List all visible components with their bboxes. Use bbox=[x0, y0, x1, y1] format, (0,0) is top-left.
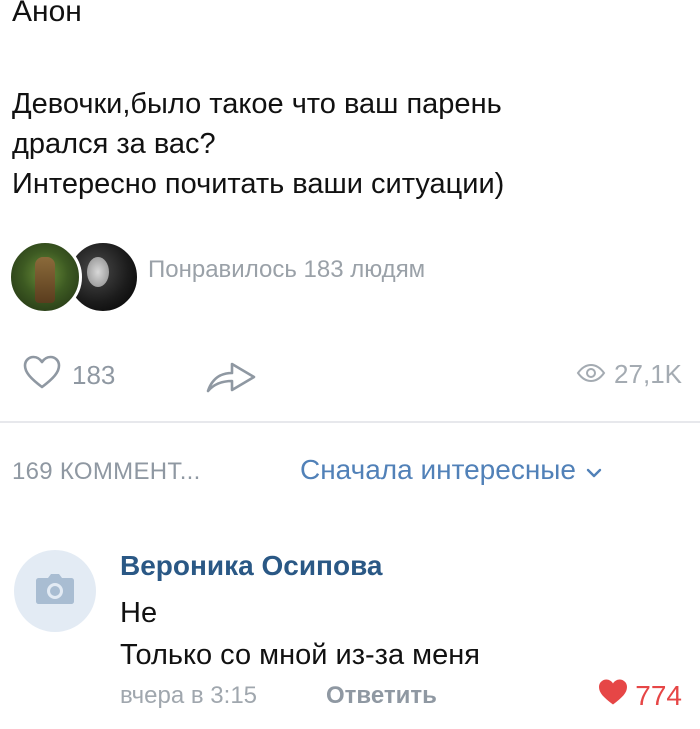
camera-icon bbox=[35, 573, 75, 610]
comments-count: 169 КОММЕНТ... bbox=[12, 458, 201, 485]
comment-like-count: 774 bbox=[635, 679, 682, 711]
comment-item: Вероника Осипова Не Только со мной из-за… bbox=[0, 540, 700, 729]
views-count: 27,1K bbox=[614, 359, 682, 389]
post-text-line: Девочки,было такое что ваш парень bbox=[12, 88, 502, 120]
sort-label: Сначала интересные bbox=[300, 454, 576, 485]
like-button[interactable]: 183 bbox=[22, 355, 115, 395]
comment-text: Не Только со мной из-за меня bbox=[120, 592, 480, 676]
chevron-down-icon bbox=[586, 454, 602, 486]
post-text-line: дрался за вас? bbox=[12, 128, 216, 160]
comments-sort-select[interactable]: Сначала интересные bbox=[300, 454, 602, 486]
share-arrow-icon bbox=[202, 362, 260, 401]
share-button[interactable] bbox=[202, 357, 260, 397]
like-count: 183 bbox=[72, 359, 116, 390]
eye-icon bbox=[576, 359, 606, 390]
comment-author[interactable]: Вероника Осипова bbox=[120, 550, 383, 582]
comment-text-line: Не bbox=[120, 597, 158, 629]
post-actions-bar: 183 27,1K bbox=[0, 345, 700, 405]
heart-filled-icon bbox=[597, 678, 629, 713]
comment-like-button[interactable]: 774 bbox=[597, 678, 682, 713]
liked-by-text[interactable]: Понравилось 183 людям bbox=[148, 256, 425, 284]
post-author[interactable]: Анон bbox=[12, 0, 82, 30]
views-counter: 27,1K bbox=[576, 359, 682, 390]
commenter-avatar[interactable] bbox=[14, 550, 96, 632]
heart-outline-icon bbox=[22, 354, 62, 397]
divider bbox=[0, 421, 700, 423]
reply-button[interactable]: Ответить bbox=[326, 682, 437, 710]
comment-timestamp: вчера в 3:15 bbox=[120, 682, 258, 709]
liker-avatar[interactable] bbox=[8, 240, 82, 314]
post-text-line: Интересно почитать ваши ситуации) bbox=[12, 168, 505, 200]
comment-text-line: Только со мной из-за меня bbox=[120, 639, 480, 671]
liker-avatars[interactable] bbox=[8, 238, 140, 314]
post-text: Девочки,было такое что ваш парень дрался… bbox=[12, 84, 682, 204]
